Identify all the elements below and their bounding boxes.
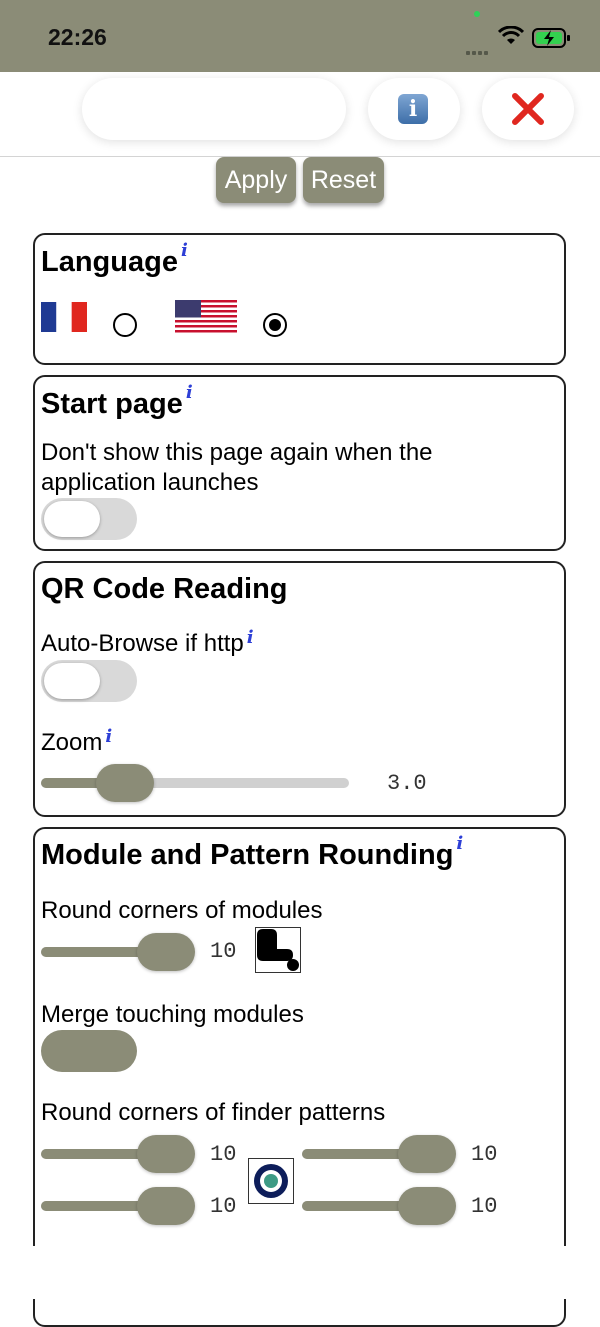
- finder-slider-4-thumb[interactable]: [398, 1187, 456, 1225]
- language-card: Language i: [33, 233, 566, 365]
- start-page-card: Start page i Don't show this page again w…: [33, 375, 566, 551]
- close-button[interactable]: [482, 78, 574, 140]
- toggle-knob: [44, 663, 100, 699]
- finder-slider-3-thumb[interactable]: [137, 1187, 195, 1225]
- start-page-title-text: Start page: [41, 388, 183, 420]
- qr-reading-title: QR Code Reading: [41, 573, 288, 605]
- zoom-info-icon[interactable]: i: [105, 726, 112, 747]
- rounding-info-icon[interactable]: i: [456, 833, 463, 854]
- finder-value-4: 10: [471, 1194, 498, 1219]
- zoom-label-text: Zoom: [41, 729, 103, 756]
- rounding-title-text: Module and Pattern Rounding: [41, 839, 454, 871]
- auto-browse-label: Auto-Browse if http i: [41, 627, 254, 659]
- finder-slider-1-thumb[interactable]: [137, 1135, 195, 1173]
- close-icon: [512, 93, 544, 125]
- auto-browse-toggle[interactable]: [41, 660, 137, 702]
- round-modules-value: 10: [210, 939, 237, 964]
- camera-indicator-icon: [474, 11, 480, 17]
- toggle-knob: [44, 501, 100, 537]
- finder-value-3: 10: [210, 1194, 237, 1219]
- language-info-icon[interactable]: i: [181, 240, 188, 261]
- round-modules-label: Round corners of modules: [41, 897, 323, 924]
- info-icon: i: [398, 94, 428, 124]
- wifi-icon: [498, 26, 524, 44]
- french-radio[interactable]: [113, 313, 137, 337]
- search-field[interactable]: [82, 78, 346, 140]
- usa-flag: [175, 300, 237, 333]
- finder-value-2: 10: [471, 1142, 498, 1167]
- auto-browse-label-text: Auto-Browse if http: [41, 630, 244, 657]
- module-preview-icon: [255, 927, 301, 973]
- language-title-text: Language: [41, 246, 178, 278]
- france-flag: [41, 302, 87, 332]
- finder-pattern-preview-icon: [248, 1158, 294, 1204]
- reset-button[interactable]: Reset: [303, 157, 384, 203]
- start-page-description: Don't show this page again when the appl…: [41, 439, 433, 496]
- auto-browse-info-icon[interactable]: i: [247, 627, 254, 648]
- battery-charging-icon: [532, 28, 570, 48]
- round-modules-slider-thumb[interactable]: [137, 933, 195, 971]
- merge-modules-toggle[interactable]: [41, 1030, 137, 1072]
- finder-slider-2-thumb[interactable]: [398, 1135, 456, 1173]
- status-time: 22:26: [48, 24, 107, 50]
- start-page-toggle[interactable]: [41, 498, 137, 540]
- finder-value-1: 10: [210, 1142, 237, 1167]
- language-title: Language i: [41, 240, 188, 279]
- status-bar: 22:26: [0, 0, 600, 72]
- zoom-value: 3.0: [387, 771, 427, 796]
- start-page-info-icon[interactable]: i: [186, 382, 193, 403]
- top-toolbar: i: [0, 72, 600, 157]
- info-button[interactable]: i: [368, 78, 460, 140]
- finder-patterns-label: Round corners of finder patterns: [41, 1099, 386, 1126]
- cellular-signal-icon: [466, 42, 490, 60]
- zoom-slider-track[interactable]: [41, 778, 349, 788]
- apply-button[interactable]: Apply: [216, 157, 296, 203]
- bottom-fade: [0, 1246, 600, 1299]
- zoom-slider-thumb[interactable]: [96, 764, 154, 802]
- qr-reading-card: QR Code Reading Auto-Browse if http i Zoo…: [33, 561, 566, 817]
- rounding-title: Module and Pattern Rounding i: [41, 833, 463, 872]
- start-page-title: Start page i: [41, 382, 193, 421]
- zoom-label: Zoom i: [41, 726, 112, 758]
- english-radio[interactable]: [263, 313, 287, 337]
- merge-modules-label: Merge touching modules: [41, 1001, 304, 1028]
